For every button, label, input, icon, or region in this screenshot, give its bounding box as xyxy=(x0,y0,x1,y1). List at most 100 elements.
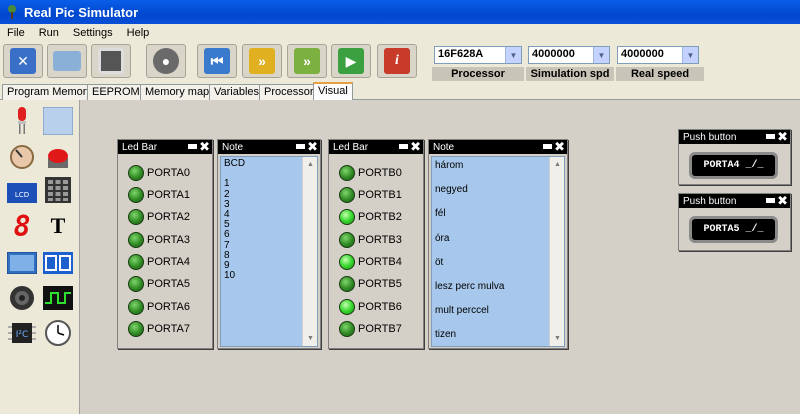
step-button[interactable]: » xyxy=(242,44,282,78)
note-panel-bcd[interactable]: Note ✖ BCD 1 2 3 4 5 6 7 8 9 10 ▲ ▼ xyxy=(217,139,321,349)
graphic-lcd-icon[interactable] xyxy=(6,248,38,278)
step-over-button[interactable]: » xyxy=(287,44,327,78)
potentiometer-icon[interactable] xyxy=(6,142,38,172)
panel-header: Push button ✖ xyxy=(679,130,790,144)
led-indicator-on xyxy=(339,299,355,315)
close-icon[interactable]: ✖ xyxy=(307,140,318,154)
close-icon[interactable]: ✖ xyxy=(554,140,565,154)
led-indicator xyxy=(339,165,355,181)
led-indicator xyxy=(339,321,355,337)
led-row: PORTA2 xyxy=(128,209,190,225)
minimize-icon[interactable] xyxy=(296,144,305,149)
close-icon[interactable]: ✖ xyxy=(410,140,421,154)
note-line: lesz perc mulva xyxy=(435,281,505,292)
led-indicator xyxy=(128,321,144,337)
note-text-area[interactable]: BCD 1 2 3 4 5 6 7 8 9 10 ▲ ▼ xyxy=(220,156,318,347)
minimize-icon[interactable] xyxy=(399,144,408,149)
led-row: PORTA5 xyxy=(128,276,190,292)
open-button[interactable] xyxy=(47,44,87,78)
led-row: PORTB0 xyxy=(339,165,402,181)
note-panel-words[interactable]: Note ✖ három negyed fél óra öt lesz perc… xyxy=(428,139,568,349)
tab-visual[interactable]: Visual xyxy=(313,82,353,101)
led-row: PORTB2 xyxy=(339,209,402,225)
tab-processor[interactable]: Processor xyxy=(259,84,319,100)
run-button[interactable]: ▶ xyxy=(331,44,371,78)
lcd-panel-icon[interactable] xyxy=(42,106,74,136)
about-button[interactable]: i xyxy=(377,44,417,78)
close-icon[interactable]: ✖ xyxy=(777,130,788,144)
svg-text:I²C: I²C xyxy=(16,330,29,340)
minimize-icon[interactable] xyxy=(543,144,552,149)
menu-run[interactable]: Run xyxy=(32,27,66,39)
scrollbar[interactable]: ▲ ▼ xyxy=(549,157,564,346)
scroll-up-icon[interactable]: ▲ xyxy=(551,158,564,171)
scroll-down-icon[interactable]: ▼ xyxy=(304,332,317,345)
push-button-porta4[interactable]: Push button ✖ PORTA4 _/_ xyxy=(678,129,791,185)
save-button[interactable] xyxy=(91,44,131,78)
minimize-icon[interactable] xyxy=(188,144,197,149)
chevron-down-icon: ▼ xyxy=(593,47,609,63)
led-row: PORTA6 xyxy=(128,299,190,315)
reset-button[interactable]: ⏮ xyxy=(197,44,237,78)
processor-select[interactable]: 16F628A ▼ xyxy=(434,46,522,64)
scrollbar[interactable]: ▲ ▼ xyxy=(302,157,317,346)
led-row: PORTB1 xyxy=(339,187,402,203)
lcd-display-icon[interactable]: LCD xyxy=(6,178,38,208)
led-row: PORTB4 xyxy=(339,254,402,270)
scroll-down-icon[interactable]: ▼ xyxy=(551,332,564,345)
component-palette: LCD 8 T I²C xyxy=(0,100,80,414)
close-icon[interactable]: ✖ xyxy=(777,194,788,208)
simulation-speed-select[interactable]: 4000000 ▼ xyxy=(528,46,610,64)
probe-icon: ● xyxy=(153,48,179,74)
square-wave-icon[interactable] xyxy=(42,283,74,313)
probe-button[interactable]: ● xyxy=(146,44,186,78)
menu-help[interactable]: Help xyxy=(120,27,157,39)
close-project-button[interactable]: ✕ xyxy=(3,44,43,78)
skip-back-icon: ⏮ xyxy=(204,48,230,74)
simulation-speed-label: Simulation spd xyxy=(526,67,614,81)
push-button-control[interactable]: PORTA5 _/_ xyxy=(689,216,778,243)
led-indicator xyxy=(339,187,355,203)
tab-program-memory[interactable]: Program Memory xyxy=(2,84,97,100)
fast-forward-icon: » xyxy=(249,48,275,74)
tab-memory-map[interactable]: Memory map xyxy=(140,84,215,100)
chevron-down-icon: ▼ xyxy=(682,47,698,63)
real-speed-select[interactable]: 4000000 ▼ xyxy=(617,46,699,64)
keypad-icon[interactable] xyxy=(42,175,74,205)
led-row: PORTB3 xyxy=(339,232,402,248)
led-icon[interactable] xyxy=(6,106,38,136)
seven-segment-icon[interactable]: 8 xyxy=(6,210,38,243)
app-tree-icon xyxy=(4,4,20,20)
led-bar-porta[interactable]: Led Bar ✖ PORTA0 PORTA1 PORTA2 PORTA3 PO… xyxy=(117,139,213,349)
folder-icon xyxy=(53,51,81,71)
led-indicator-on xyxy=(339,209,355,225)
red-button-icon[interactable] xyxy=(42,142,74,172)
minimize-icon[interactable] xyxy=(766,134,775,139)
minimize-icon[interactable] xyxy=(766,198,775,203)
led-row: PORTA1 xyxy=(128,187,190,203)
speaker-icon[interactable] xyxy=(6,283,38,313)
menu-bar: File Run Settings Help xyxy=(0,24,800,42)
push-button-control[interactable]: PORTA4 _/_ xyxy=(689,152,778,179)
dual-display-icon[interactable] xyxy=(42,248,74,278)
note-text-area[interactable]: három negyed fél óra öt lesz perc mulva … xyxy=(431,156,565,347)
push-button-porta5[interactable]: Push button ✖ PORTA5 _/_ xyxy=(678,193,791,251)
clock-icon[interactable] xyxy=(42,318,74,348)
led-indicator xyxy=(128,165,144,181)
led-bar-portb[interactable]: Led Bar ✖ PORTB0 PORTB1 PORTB2 PORTB3 PO… xyxy=(328,139,424,349)
tab-variables[interactable]: Variables xyxy=(209,84,265,100)
visual-canvas[interactable]: Led Bar ✖ PORTA0 PORTA1 PORTA2 PORTA3 PO… xyxy=(80,100,800,414)
led-row: PORTB5 xyxy=(339,276,402,292)
led-indicator xyxy=(128,276,144,292)
chevron-down-icon: ▼ xyxy=(505,47,521,63)
menu-settings[interactable]: Settings xyxy=(66,27,120,39)
led-row: PORTA7 xyxy=(128,321,190,337)
tab-eeprom[interactable]: EEPROM xyxy=(87,84,145,100)
processor-label: Processor xyxy=(432,67,524,81)
chip-icon[interactable]: I²C xyxy=(6,318,38,348)
text-icon[interactable]: T xyxy=(42,211,74,241)
close-icon[interactable]: ✖ xyxy=(199,140,210,154)
scroll-up-icon[interactable]: ▲ xyxy=(304,158,317,171)
real-speed-label: Real speed xyxy=(616,67,704,81)
menu-file[interactable]: File xyxy=(0,27,32,39)
